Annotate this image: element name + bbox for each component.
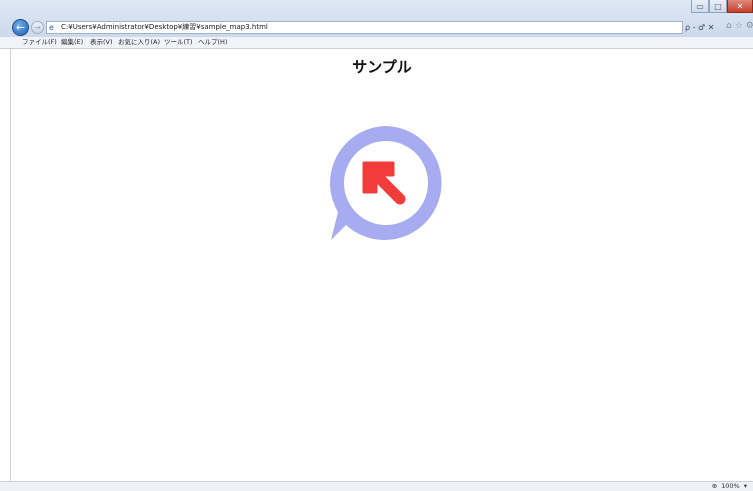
minimize-button[interactable]: ▭ <box>691 0 709 13</box>
menu-favorites[interactable]: お気に入り(A) <box>118 37 160 48</box>
page-content: サンプル <box>11 49 753 481</box>
forward-button[interactable]: → <box>31 21 44 34</box>
page-title: サンプル <box>352 58 412 76</box>
menu-view[interactable]: 表示(V) <box>90 37 113 48</box>
back-button[interactable]: ← <box>12 19 29 36</box>
close-button[interactable]: ✕ <box>727 0 753 13</box>
address-tools[interactable]: ρ - ♂ ✕ <box>685 21 714 34</box>
window-controls: ▭ □ ✕ <box>691 0 753 14</box>
address-url[interactable]: C:¥Users¥Administrator¥Desktop¥練習¥sample… <box>61 22 268 33</box>
home-icon[interactable]: ⌂ <box>726 21 732 31</box>
maximize-button[interactable]: □ <box>709 0 727 13</box>
menu-tools[interactable]: ツール(T) <box>164 37 193 48</box>
left-frame-edge <box>0 49 11 481</box>
browser-window: ▭ □ ✕ ← → e C:¥Users¥Administrator¥Deskt… <box>0 0 753 491</box>
arrow-up-left-icon <box>362 161 406 205</box>
menu-bar: ファイル(F) 編集(E) 表示(V) お気に入り(A) ツール(T) ヘルプ(… <box>0 37 753 49</box>
menu-edit[interactable]: 編集(E) <box>61 37 83 48</box>
toolbar-icons: ⌂ ☆ ⚙ <box>726 21 753 31</box>
search-refresh-stop-icons[interactable]: ρ - ♂ ✕ <box>685 23 714 32</box>
menu-file[interactable]: ファイル(F) <box>22 37 57 48</box>
forward-arrow-icon: → <box>34 23 41 32</box>
title-bar: ▭ □ ✕ ← → e C:¥Users¥Administrator¥Deskt… <box>0 0 753 37</box>
menu-help[interactable]: ヘルプ(H) <box>198 37 227 48</box>
back-arrow-icon: ← <box>15 21 26 34</box>
map-marker-icon[interactable] <box>327 126 445 242</box>
favorites-icon[interactable]: ☆ <box>735 21 743 31</box>
address-bar[interactable]: e C:¥Users¥Administrator¥Desktop¥練習¥samp… <box>46 21 683 34</box>
settings-icon[interactable]: ⚙ <box>746 21 753 31</box>
page-icon: e <box>49 23 54 32</box>
